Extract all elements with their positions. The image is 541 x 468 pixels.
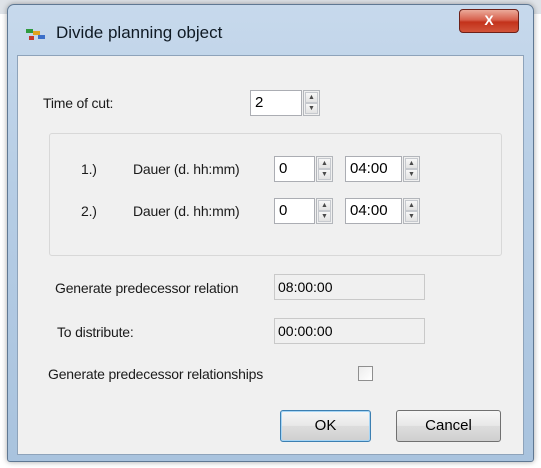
generate-relationships-checkbox[interactable] [358,366,373,381]
row-2-days-input[interactable]: 0 [274,198,315,224]
cancel-button[interactable]: Cancel [396,410,501,442]
title-bar[interactable]: Divide planning object X [8,5,533,55]
spin-down-arrow[interactable]: ▼ [405,169,418,180]
dialog-window: Divide planning object X Time of cut: 2 … [7,4,534,462]
row-1-days-spinner[interactable]: ▲ ▼ [316,156,333,182]
row-1-time-spinner[interactable]: ▲ ▼ [403,156,420,182]
duration-group [49,133,502,256]
spin-down-arrow[interactable]: ▼ [305,103,318,114]
ok-button[interactable]: OK [280,410,371,442]
row-2-days-spinner[interactable]: ▲ ▼ [316,198,333,224]
row-2-time-spinner[interactable]: ▲ ▼ [403,198,420,224]
row-1-time-input[interactable]: 04:00 [345,156,402,182]
spin-down-arrow[interactable]: ▼ [318,169,331,180]
row-duration-label: Dauer (d. hh:mm) [133,203,240,219]
to-distribute-label: To distribute: [57,324,134,340]
row-index: 2.) [81,203,97,219]
generate-relation-value: 08:00:00 [274,274,425,300]
dialog-client-area: Time of cut: 2 ▲ ▼ 1.) Dauer (d. hh:mm) … [17,55,524,455]
close-button[interactable]: X [459,9,519,33]
time-of-cut-input[interactable]: 2 [250,90,302,116]
row-index: 1.) [81,161,97,177]
close-icon: X [484,12,494,28]
generate-relation-label: Generate predecessor relation [55,280,239,296]
spin-up-arrow[interactable]: ▲ [305,92,318,103]
row-2-time-input[interactable]: 04:00 [345,198,402,224]
window-title: Divide planning object [56,23,223,42]
spin-up-arrow[interactable]: ▲ [318,200,331,211]
spin-up-arrow[interactable]: ▲ [318,158,331,169]
row-duration-label: Dauer (d. hh:mm) [133,161,240,177]
spin-down-arrow[interactable]: ▼ [318,211,331,222]
generate-relationships-label: Generate predecessor relationships [48,366,263,382]
spin-up-arrow[interactable]: ▲ [405,200,418,211]
spin-up-arrow[interactable]: ▲ [405,158,418,169]
time-of-cut-label: Time of cut: [43,95,114,111]
row-1-days-input[interactable]: 0 [274,156,315,182]
divide-planning-object-icon [26,29,45,40]
to-distribute-value: 00:00:00 [274,318,425,344]
time-of-cut-spinner[interactable]: ▲ ▼ [303,90,320,116]
spin-down-arrow[interactable]: ▼ [405,211,418,222]
